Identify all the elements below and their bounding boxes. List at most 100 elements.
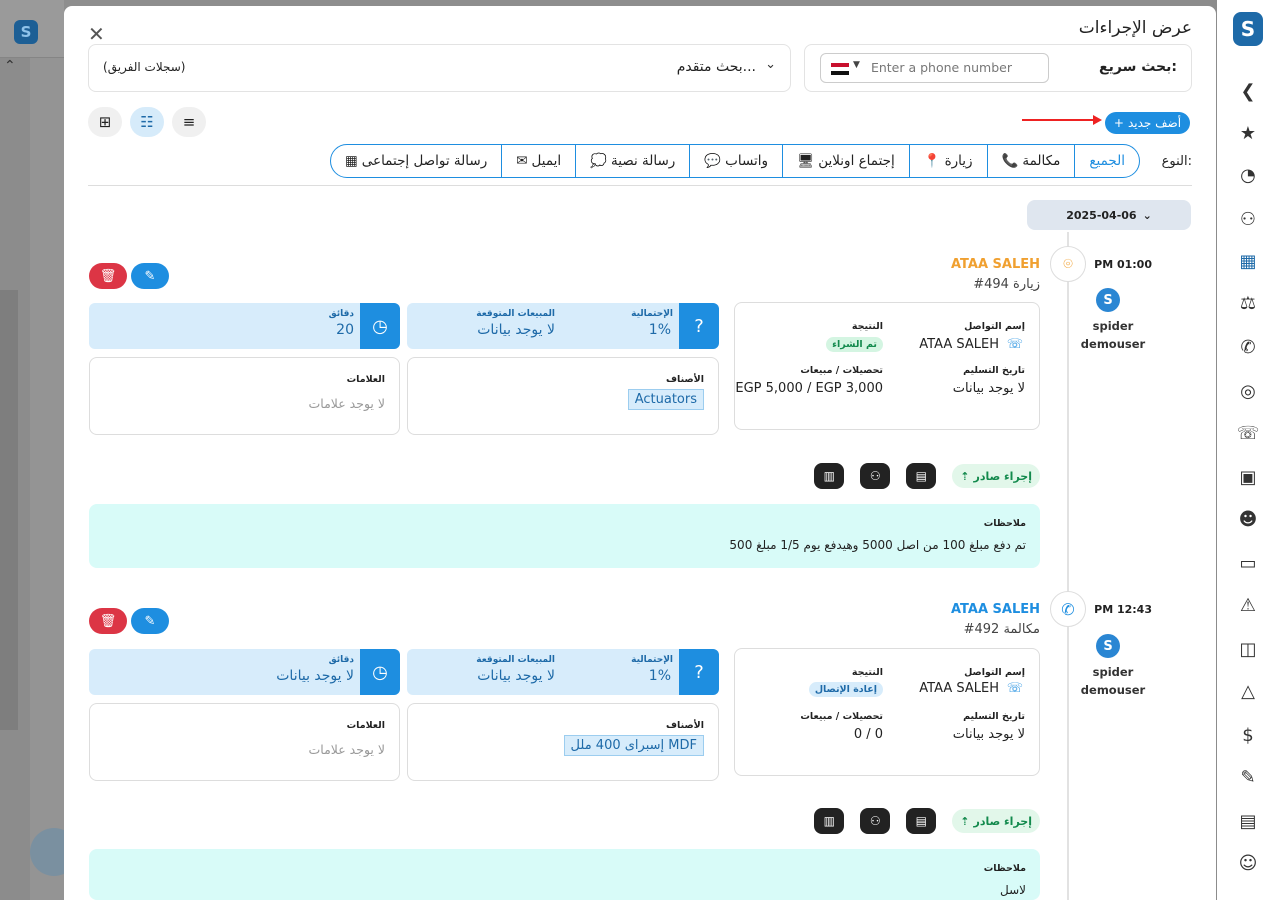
signature-icon[interactable]: ✎ xyxy=(1235,764,1261,790)
red-arrow-annotation xyxy=(1022,115,1102,125)
telephone-icon: ☏ xyxy=(1006,337,1023,352)
detailed-list-view-icon[interactable]: ☷ xyxy=(130,107,164,137)
triangle-icon[interactable]: △ xyxy=(1235,678,1261,704)
plus-icon: + xyxy=(1113,116,1124,130)
app-logo-icon[interactable]: S xyxy=(1233,12,1263,46)
activity-contact-name[interactable]: ATAA SALEH xyxy=(951,602,1040,617)
document-icon[interactable]: ▤ xyxy=(906,463,937,489)
probability-value: 1% xyxy=(648,668,671,684)
visit-location-icon: ⌾ xyxy=(1050,246,1086,282)
auction-icon[interactable]: ⚖ xyxy=(1235,290,1261,316)
warning-icon[interactable]: ⚠ xyxy=(1235,592,1261,618)
calendar-icon[interactable]: ▣ xyxy=(1235,464,1261,490)
chevron-down-icon[interactable]: ⌄ xyxy=(765,57,776,72)
caret-down-icon[interactable]: ▼ xyxy=(853,60,860,70)
phone-call-icon[interactable]: ✆ xyxy=(1235,334,1261,360)
question-chat-icon: ? xyxy=(679,649,719,695)
building-icon[interactable]: ▦ xyxy=(1235,248,1261,274)
filter-sms[interactable]: 💭 رسالة نصية xyxy=(575,145,689,177)
filter-visit[interactable]: 📍 زيارة xyxy=(908,145,987,177)
outgoing-arrow-icon: ⇡ xyxy=(960,814,970,828)
background-app: S ⌃ xyxy=(0,0,64,900)
probability-stat: ? الإحتمالية 1% المبيعات المتوقعة لا يوج… xyxy=(407,303,719,349)
users-settings-icon[interactable]: ⚇ xyxy=(860,808,891,834)
video-icon[interactable]: ◫ xyxy=(1235,636,1261,662)
filter-all[interactable]: الجميع xyxy=(1074,145,1139,177)
tags-label: العلامات xyxy=(346,720,385,731)
background-logo-icon: S xyxy=(14,20,38,44)
filter-online-meeting-label: إجتماع اونلاين xyxy=(818,153,895,169)
outgoing-label: إجراء صادر xyxy=(973,814,1032,828)
add-new-button[interactable]: + أضف جديد xyxy=(1105,112,1190,134)
activity-contact-name[interactable]: ATAA SALEH xyxy=(951,257,1040,272)
user-logo-icon: S xyxy=(1096,288,1120,312)
user-name-line2: demouser xyxy=(1080,337,1146,351)
edit-pencil-icon[interactable]: ✎ xyxy=(131,608,169,634)
result-badge: تم الشراء xyxy=(826,337,883,352)
type-filter-group: الجميع 📞 مكالمة 📍 زيارة 🖥 إجتماع اونلاين 💬 و… xyxy=(330,144,1140,178)
star-icon[interactable]: ★ xyxy=(1235,120,1261,146)
file-lock-icon[interactable]: ▥ xyxy=(814,808,845,834)
money-icon[interactable]: ▭ xyxy=(1235,550,1261,576)
delivery-value: لا يوجد بيانات xyxy=(952,381,1025,396)
category-chip: Actuators xyxy=(627,389,704,410)
users-icon[interactable]: ⚇ xyxy=(1235,206,1261,232)
activity-actions-bar: ⇡ إجراء صادر ▤ ⚇ ▥ xyxy=(814,808,1040,834)
edit-pencil-icon[interactable]: ✎ xyxy=(131,263,169,289)
notes-value: لاسل xyxy=(1000,883,1026,897)
minutes-stat: ◷ دقائق 20 xyxy=(89,303,400,349)
grid-view-icon[interactable]: ⊞ xyxy=(88,107,122,137)
delete-trash-icon[interactable]: 🗑 xyxy=(89,608,127,634)
date-group-toggle[interactable]: 2025-04-06 ⌄ xyxy=(1027,200,1191,230)
category-chip: إسبراى 400 ملل MDF xyxy=(563,735,704,756)
users-settings-icon[interactable]: ⚇ xyxy=(860,463,891,489)
report-icon[interactable]: ▤ xyxy=(1235,808,1261,834)
invoice-icon[interactable]: $ xyxy=(1235,722,1261,748)
delete-trash-icon[interactable]: 🗑 xyxy=(89,263,127,289)
advanced-search-card[interactable]: بحث متقدم... ⌄ (سجلات الفريق) xyxy=(88,44,791,92)
outgoing-badge: ⇡ إجراء صادر xyxy=(952,464,1040,488)
call-icon: 📞 xyxy=(1001,153,1019,169)
minutes-value: 20 xyxy=(336,322,354,338)
collections-value: 0 / 0 xyxy=(853,727,883,742)
close-icon[interactable]: ✕ xyxy=(88,22,105,46)
clock-icon: ◷ xyxy=(360,303,400,349)
telephone-icon[interactable]: ☏ xyxy=(1235,420,1261,446)
minutes-label: دقائق xyxy=(328,309,354,319)
user-settings-icon[interactable]: ☺ xyxy=(1235,850,1261,876)
filter-call-label: مكالمة xyxy=(1022,153,1061,169)
contact-value: ATAA SALEH xyxy=(919,681,999,696)
dashboard-gauge-icon[interactable]: ◔ xyxy=(1235,162,1261,188)
call-phone-icon: ✆ xyxy=(1050,591,1086,627)
activities-modal: عرض الإجراءات ✕ بحث سريع: Enter a phone … xyxy=(64,6,1216,900)
collections-label: تحصيلات / مبيعات xyxy=(800,711,883,722)
categories-label: الأصناف xyxy=(666,374,704,385)
social-icon: ▦ xyxy=(345,153,358,169)
whatsapp-icon: 💬 xyxy=(704,153,722,169)
quick-search-card: بحث سريع: Enter a phone number ▼ xyxy=(804,44,1192,92)
sms-icon: 💭 xyxy=(590,153,607,169)
add-new-label: أضف جديد xyxy=(1127,116,1182,130)
document-icon[interactable]: ▤ xyxy=(906,808,937,834)
target-icon[interactable]: ◎ xyxy=(1235,378,1261,404)
collapse-chevron-icon[interactable]: ❮ xyxy=(1235,78,1261,104)
probability-label: الإحتمالية xyxy=(631,309,673,319)
advanced-search-label[interactable]: بحث متقدم... xyxy=(677,59,756,75)
clock-icon: ◷ xyxy=(360,649,400,695)
activity-subtitle: #494 زيارة xyxy=(973,277,1040,292)
filter-email[interactable]: ✉ ايميل xyxy=(501,145,575,177)
delivery-value: لا يوجد بيانات xyxy=(952,727,1025,742)
notes-label: ملاحظات xyxy=(983,518,1026,529)
collections-label: تحصيلات / مبيعات xyxy=(800,365,883,376)
filter-call[interactable]: 📞 مكالمة xyxy=(986,145,1075,177)
file-lock-icon[interactable]: ▥ xyxy=(814,463,845,489)
list-view-icon[interactable]: ≡ xyxy=(172,107,206,137)
phone-input[interactable]: Enter a phone number ▼ xyxy=(820,53,1049,83)
filter-online-meeting[interactable]: 🖥 إجتماع اونلاين xyxy=(782,145,909,177)
background-panel xyxy=(30,58,64,900)
filter-whatsapp[interactable]: 💬 واتساب xyxy=(689,145,782,177)
timeline-line xyxy=(1067,232,1069,900)
egypt-flag-icon[interactable] xyxy=(831,63,849,75)
team-icon[interactable]: ☻ xyxy=(1235,506,1261,532)
filter-social-message[interactable]: ▦ رسالة تواصل إجتماعى xyxy=(331,145,501,177)
